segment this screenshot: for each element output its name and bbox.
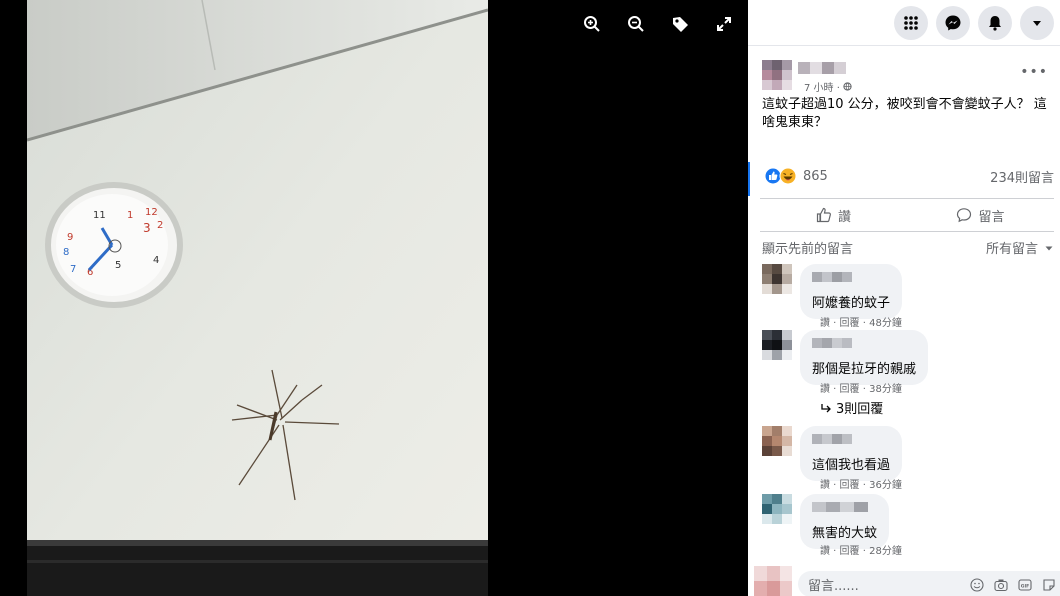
reply-arrow-icon <box>821 403 831 412</box>
commenter-name[interactable] <box>812 434 852 444</box>
commenter-avatar[interactable] <box>762 330 792 360</box>
comment-bubble: 阿嬤養的蚊子 <box>800 264 903 319</box>
comment-text: 這個我也看過 <box>812 458 891 473</box>
comment-like-link[interactable]: 讚 <box>820 384 830 395</box>
commenter-avatar[interactable] <box>762 426 792 456</box>
notifications-bell-icon[interactable] <box>978 5 1012 40</box>
comment-reply-link[interactable]: 回覆 <box>840 480 860 491</box>
comment-like-link[interactable]: 讚 <box>820 318 830 329</box>
comment-time[interactable]: 38分鐘 <box>869 384 902 395</box>
svg-text:1: 1 <box>127 210 133 221</box>
globe-icon <box>843 82 852 91</box>
sticker-icon[interactable] <box>1042 578 1056 592</box>
tag-icon[interactable] <box>668 12 692 36</box>
svg-text:11: 11 <box>93 210 106 221</box>
svg-text:4: 4 <box>153 255 159 266</box>
photo-image: 12 1 2 3 4 5 6 7 8 9 11 <box>27 0 488 596</box>
svg-text:3: 3 <box>143 221 151 235</box>
view-replies-link[interactable]: 3則回覆 <box>820 398 883 417</box>
more-options-icon[interactable]: ••• <box>1020 64 1048 80</box>
comment-meta: 讚 · 回覆 · 28分鐘 <box>820 546 902 557</box>
post-header: 7 小時 · ••• <box>748 46 1060 96</box>
apps-grid-icon[interactable] <box>894 5 928 40</box>
comment-reply-link[interactable]: 回覆 <box>840 318 860 329</box>
comment-filter-row: 顯示先前的留言 所有留言 <box>762 238 1054 257</box>
replies-count: 3則回覆 <box>836 402 884 417</box>
commenter-name[interactable] <box>812 272 852 282</box>
gif-icon[interactable]: GIF <box>1018 578 1032 592</box>
post-photo[interactable]: 12 1 2 3 4 5 6 7 8 9 11 <box>27 0 488 596</box>
zoom-out-icon[interactable] <box>624 12 648 36</box>
comment-text: 那個是拉牙的親戚 <box>812 362 917 377</box>
svg-text:GIF: GIF <box>1021 583 1029 589</box>
reactions-row: 865 234則留言 <box>748 162 1060 196</box>
comment-time[interactable]: 36分鐘 <box>869 480 902 491</box>
thumbs-up-icon <box>816 207 831 223</box>
comment-item: 那個是拉牙的親戚 讚 · 回覆 · 38分鐘 3則回覆 <box>762 330 1058 420</box>
svg-text:12: 12 <box>145 207 158 218</box>
user-avatar[interactable] <box>754 566 792 596</box>
comment-item: 阿嬤養的蚊子 讚 · 回覆 · 48分鐘 <box>762 264 1058 330</box>
comment-time[interactable]: 28分鐘 <box>869 546 902 557</box>
comment-label: 留言 <box>978 209 1005 225</box>
comment-text: 阿嬤養的蚊子 <box>812 296 891 311</box>
comment-button[interactable]: 留言 <box>907 199 1054 231</box>
comment-input-placeholder: 留言...... <box>808 578 859 594</box>
account-dropdown-icon[interactable] <box>1020 5 1054 40</box>
previous-comments-link[interactable]: 顯示先前的留言 <box>762 238 853 257</box>
comment-text: 無害的大蚊 <box>812 526 878 541</box>
post-meta: 7 小時 · <box>804 79 852 94</box>
comment-reply-link[interactable]: 回覆 <box>840 384 860 395</box>
comment-meta: 讚 · 回覆 · 38分鐘 <box>820 384 902 395</box>
svg-text:2: 2 <box>157 220 163 231</box>
comment-icon <box>957 208 972 223</box>
comment-meta: 讚 · 回覆 · 36分鐘 <box>820 480 902 491</box>
comment-item: 無害的大蚊 讚 · 回覆 · 28分鐘 <box>762 494 1058 560</box>
comment-bubble: 無害的大蚊 <box>800 494 890 549</box>
reaction-icons[interactable] <box>764 167 797 185</box>
fullscreen-icon[interactable] <box>712 12 736 36</box>
comment-like-link[interactable]: 讚 <box>820 546 830 557</box>
camera-icon[interactable] <box>994 578 1008 592</box>
like-label: 讚 <box>837 209 851 225</box>
messenger-icon[interactable] <box>936 5 970 40</box>
post-time[interactable]: 7 小時 · <box>804 79 840 94</box>
zoom-in-icon[interactable] <box>580 12 604 36</box>
svg-text:7: 7 <box>70 264 76 275</box>
post-panel: 7 小時 · ••• 這蚊子超過10 公分，被咬到會不會變蚊子人？ 這啥鬼東東？… <box>748 0 1060 596</box>
reaction-count[interactable]: 865 <box>803 169 828 184</box>
comment-count[interactable]: 234則留言 <box>990 167 1054 186</box>
svg-text:5: 5 <box>115 260 121 271</box>
comment-filter-dropdown[interactable]: 所有留言 <box>986 238 1054 257</box>
author-name[interactable] <box>798 62 846 74</box>
commenter-avatar[interactable] <box>762 264 792 294</box>
viewer-toolbar <box>580 12 736 36</box>
comment-composer: 留言...... GIF <box>748 566 1060 596</box>
like-button[interactable]: 讚 <box>760 199 907 231</box>
haha-reaction-icon <box>779 167 797 185</box>
commenter-avatar[interactable] <box>762 494 792 524</box>
comment-time[interactable]: 48分鐘 <box>869 318 902 329</box>
post-text: 這蚊子超過10 公分，被咬到會不會變蚊子人？ 這啥鬼東東？ <box>762 97 1047 130</box>
caret-down-icon <box>1045 246 1053 250</box>
post-actions: 讚 留言 <box>760 198 1054 232</box>
top-navigation <box>748 0 1060 46</box>
composer-tools: GIF <box>970 578 1056 592</box>
comment-like-link[interactable]: 讚 <box>820 480 830 491</box>
svg-text:9: 9 <box>67 232 73 243</box>
emoji-icon[interactable] <box>970 578 984 592</box>
svg-text:8: 8 <box>63 247 69 258</box>
author-avatar[interactable] <box>762 60 792 90</box>
comment-item: 這個我也看過 讚 · 回覆 · 36分鐘 <box>762 426 1058 492</box>
commenter-name[interactable] <box>812 502 868 512</box>
commenter-name[interactable] <box>812 338 852 348</box>
comment-meta: 讚 · 回覆 · 48分鐘 <box>820 318 902 329</box>
comment-bubble: 這個我也看過 <box>800 426 903 481</box>
comment-reply-link[interactable]: 回覆 <box>840 546 860 557</box>
filter-label: 所有留言 <box>985 242 1038 257</box>
comment-bubble: 那個是拉牙的親戚 <box>800 330 929 385</box>
photo-viewer: 12 1 2 3 4 5 6 7 8 9 11 <box>0 0 748 596</box>
